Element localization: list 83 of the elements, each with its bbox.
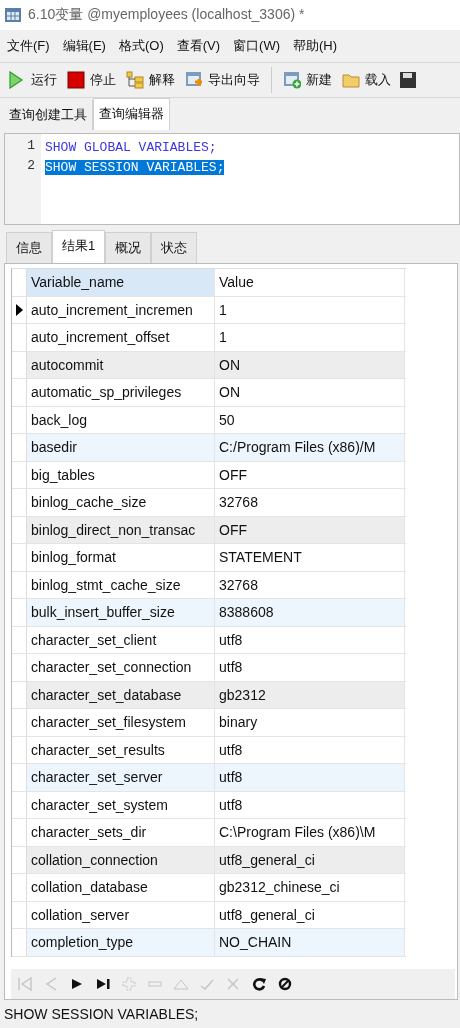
table-cell: utf8: [215, 654, 405, 681]
table-cell: binlog_cache_size: [27, 489, 215, 516]
table-cell: character_set_database: [27, 681, 215, 708]
last-record-icon[interactable]: [95, 976, 111, 992]
table-cell: OFF: [215, 516, 405, 543]
table-cell: character_set_filesystem: [27, 709, 215, 736]
table-cell: back_log: [27, 406, 215, 433]
table-cell: binary: [215, 709, 405, 736]
table-add-icon: [283, 71, 301, 89]
toolbar-button[interactable]: 停止: [65, 69, 118, 91]
table-export-icon: [185, 71, 203, 89]
menu-item[interactable]: 帮助(H): [293, 37, 338, 55]
table-cell: utf8: [215, 626, 405, 653]
menu-item[interactable]: 格式(O): [118, 37, 164, 55]
table-cell: ON: [215, 351, 405, 378]
table-cell: character_set_connection: [27, 654, 215, 681]
table-cell: utf8: [215, 791, 405, 818]
table-cell: binlog_direct_non_transac: [27, 516, 215, 543]
table-cell: character_set_results: [27, 736, 215, 763]
menu-item[interactable]: 查看(V): [176, 37, 221, 55]
table-cell: collation_server: [27, 901, 215, 928]
tab[interactable]: 结果1: [52, 230, 106, 263]
table-cell: completion_type: [27, 929, 215, 956]
table-cell: collation_database: [27, 874, 215, 901]
code-line: SHOW GLOBAL VARIABLES;: [45, 140, 217, 155]
table-cell: character_set_client: [27, 626, 215, 653]
status-text: SHOW SESSION VARIABLES;: [4, 1006, 199, 1022]
menu-item[interactable]: 编辑(E): [62, 37, 106, 55]
table-cell: 8388608: [215, 599, 405, 626]
table-cell: collation_connection: [27, 846, 215, 873]
tab[interactable]: 状态: [151, 232, 198, 263]
table-cell: automatic_sp_privileges: [27, 379, 215, 406]
save-icon[interactable]: [399, 71, 417, 89]
table-cell: autocommit: [27, 351, 215, 378]
table-cell: 32768: [215, 489, 405, 516]
table-cell: STATEMENT: [215, 544, 405, 571]
menu-item[interactable]: 窗口(W): [233, 37, 280, 55]
stop-sign-icon[interactable]: [277, 976, 293, 992]
table-cell: character_set_server: [27, 764, 215, 791]
table-cell: character_sets_dir: [27, 819, 215, 846]
table-cell: 1: [215, 296, 405, 323]
table-cell: binlog_stmt_cache_size: [27, 571, 215, 598]
table-cell: ON: [215, 379, 405, 406]
toolbar-button[interactable]: 运行: [6, 69, 59, 91]
toolbar-button[interactable]: 导出向导: [183, 69, 262, 91]
table-cell: bulk_insert_buffer_size: [27, 599, 215, 626]
code-editor[interactable]: 1 2 SHOW GLOBAL VARIABLES; SHOW SESSION VARIABLES;: [4, 133, 460, 225]
app-icon: [4, 7, 22, 23]
table-cell: 32768: [215, 571, 405, 598]
line-number: 1: [26, 137, 36, 155]
table-cell: utf8_general_ci: [215, 846, 405, 873]
column-header[interactable]: Variable_name: [27, 269, 215, 296]
tab[interactable]: 信息: [6, 232, 52, 263]
table-cell: OFF: [215, 461, 405, 488]
refresh-icon[interactable]: [251, 976, 267, 992]
line-number: 2: [26, 157, 36, 175]
table-cell: gb2312: [215, 681, 405, 708]
table-cell: binlog_format: [27, 544, 215, 571]
menu-item[interactable]: 文件(F): [7, 37, 50, 55]
folder-icon: [342, 71, 360, 89]
table-cell: auto_increment_incremen: [27, 296, 215, 323]
toolbar-button[interactable]: 载入: [340, 69, 393, 91]
table-cell: utf8_general_ci: [215, 901, 405, 928]
table-cell: gb2312_chinese_ci: [215, 874, 405, 901]
tree-icon: [126, 71, 144, 89]
table-cell: 50: [215, 406, 405, 433]
table-cell: basedir: [27, 434, 215, 461]
column-header[interactable]: Value: [215, 269, 405, 296]
table-cell: C:\Program Files (x86)\M: [215, 819, 405, 846]
table-cell: utf8: [215, 764, 405, 791]
table-cell: character_set_system: [27, 791, 215, 818]
table-cell: 1: [215, 324, 405, 351]
table-cell: NO_CHAIN: [215, 929, 405, 956]
table-cell: big_tables: [27, 461, 215, 488]
toolbar-button[interactable]: 新建: [281, 69, 334, 91]
table-cell: utf8: [215, 736, 405, 763]
table-cell: auto_increment_offset: [27, 324, 215, 351]
tab[interactable]: 查询编辑器: [93, 98, 170, 130]
table-cell: C:/Program Files (x86)/M: [215, 434, 405, 461]
tab[interactable]: 概况: [105, 232, 152, 263]
stop-icon: [67, 71, 85, 89]
window-title: 6.10变量 @myemployees (localhost_3306) *: [28, 6, 305, 24]
toolbar-button[interactable]: 解释: [124, 69, 177, 91]
